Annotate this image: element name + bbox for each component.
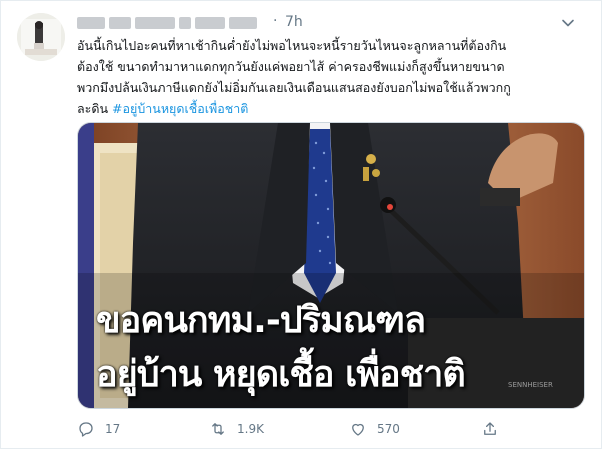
tweet-header: · 7h: [77, 13, 582, 33]
tweet-card[interactable]: · 7h อันนี้เกินไปอะคนที่หาเช้ากินค่ำยังไ…: [0, 0, 602, 449]
like-count: 570: [377, 422, 400, 436]
media-caption-line-2: อยู่บ้าน หยุดเชื้อ เพื่อชาติ: [96, 354, 466, 395]
share-button[interactable]: [481, 417, 499, 441]
tweet-text-line: ต้องใช้ ขนาดทำมาหาแดกทุกวันยังแค่พอยาไส้…: [77, 59, 505, 74]
like-button[interactable]: 570: [349, 417, 400, 441]
tweet-actions: 17 1.9K 570: [77, 417, 577, 441]
tweet-text: อันนี้เกินไปอะคนที่หาเช้ากินค่ำยังไม่พอไ…: [77, 35, 577, 119]
tweet-media-image[interactable]: SENNHEISER ขอคนกทม.-ปริมณฑล อยู่บ้าน หยุ…: [77, 122, 585, 409]
retweet-button[interactable]: 1.9K: [209, 417, 264, 441]
heart-icon: [352, 423, 364, 436]
user-name-redacted[interactable]: [77, 16, 257, 30]
tweet-time[interactable]: 7h: [285, 14, 303, 30]
reply-button[interactable]: 17: [77, 417, 120, 441]
retweet-icon: [212, 423, 224, 435]
media-caption-line-1: ขอคนกทม.-ปริมณฑล: [96, 300, 426, 341]
avatar[interactable]: [17, 13, 65, 61]
header-separator: ·: [273, 13, 278, 29]
chevron-down-icon[interactable]: [558, 13, 578, 33]
hashtag-link[interactable]: #อยู่บ้านหยุดเชื้อเพื่อชาติ: [112, 101, 248, 116]
tweet-text-line: พวกมึงปล้นเงินภาษีแดกยังไม่อิ่มกันเลยเงิ…: [77, 80, 511, 95]
retweet-count: 1.9K: [237, 422, 264, 436]
tweet-text-line: อันนี้เกินไปอะคนที่หาเช้ากินค่ำยังไม่พอไ…: [77, 38, 507, 53]
reply-icon: [79, 422, 93, 437]
share-icon: [484, 422, 496, 435]
reply-count: 17: [105, 422, 121, 436]
tweet-text-line: ละดิน: [77, 101, 113, 116]
